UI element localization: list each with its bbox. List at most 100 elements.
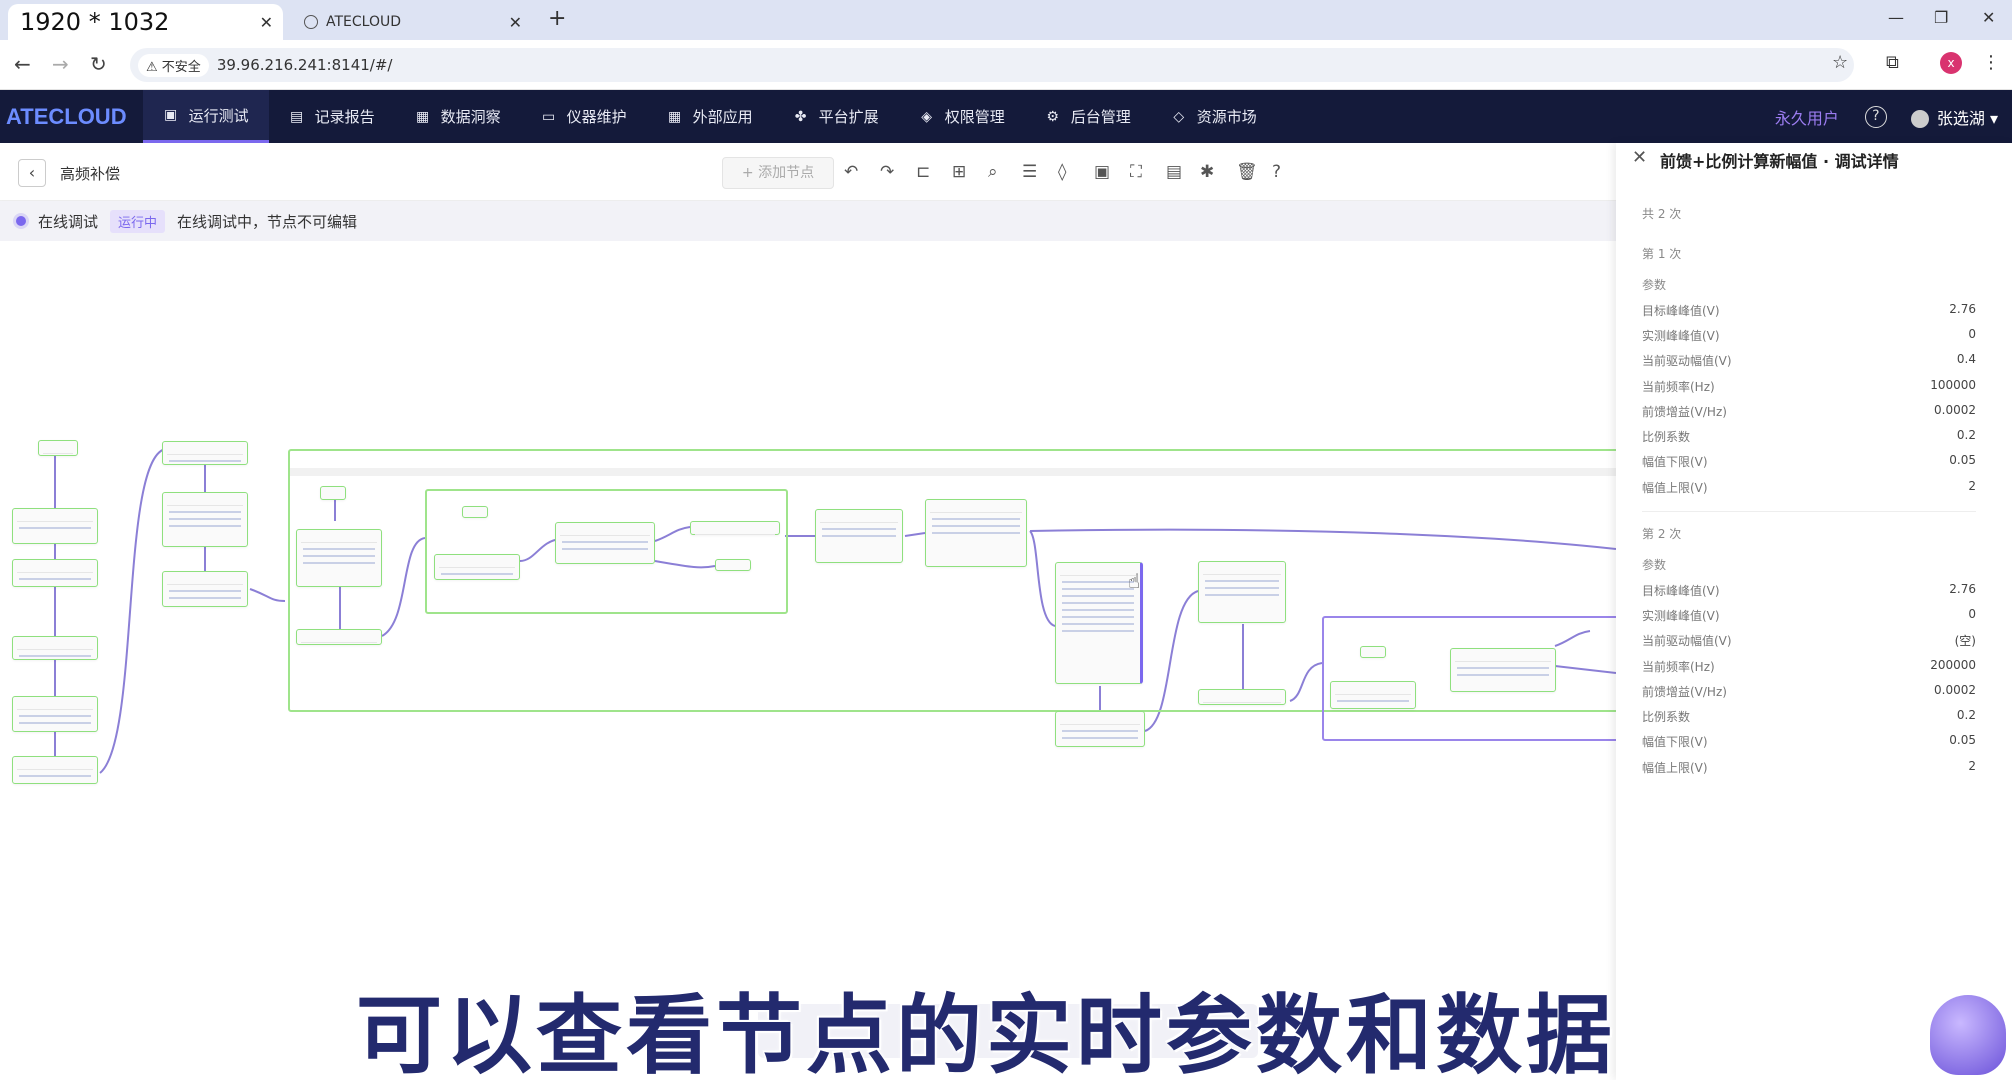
back-arrow-icon[interactable]: ← xyxy=(14,52,31,76)
group-header-strip xyxy=(290,468,1616,476)
status-dot-icon xyxy=(16,216,26,226)
param-row: 幅值上限(V) 2 xyxy=(1642,479,1976,495)
node[interactable] xyxy=(12,636,98,660)
nav-item-records[interactable]: ▤ 记录报告 xyxy=(269,90,395,143)
redo-icon[interactable]: ↷ xyxy=(880,162,894,182)
node[interactable] xyxy=(690,521,780,535)
forward-arrow-icon[interactable]: → xyxy=(52,52,69,76)
node-start[interactable] xyxy=(462,506,488,518)
user-menu[interactable]: 张选湖 ▾ xyxy=(1910,105,1998,129)
branch-icon[interactable]: ⊏ xyxy=(916,162,930,182)
user-icon xyxy=(1910,110,1929,128)
close-icon[interactable]: ✕ xyxy=(509,13,522,32)
node[interactable] xyxy=(162,441,248,465)
tab-title: 1920 * 1032 xyxy=(20,8,170,36)
node[interactable] xyxy=(1330,681,1416,709)
nav-item-external-apps[interactable]: ▦ 外部应用 xyxy=(647,90,773,143)
close-icon[interactable]: ✕ xyxy=(260,13,273,32)
nav-item-platform[interactable]: ✤ 平台扩展 xyxy=(773,90,899,143)
node[interactable] xyxy=(1198,561,1286,623)
back-button[interactable]: ‹ xyxy=(18,159,46,187)
minimize-icon[interactable]: — xyxy=(1888,8,1904,27)
node-start[interactable] xyxy=(1360,646,1386,658)
fullscreen-icon[interactable]: ⛶ xyxy=(1130,162,1142,182)
profile-avatar[interactable]: x xyxy=(1940,52,1962,74)
search-icon[interactable]: ⌕ xyxy=(988,162,998,182)
node-start[interactable] xyxy=(38,440,78,456)
undo-icon[interactable]: ↶ xyxy=(844,162,858,182)
menu-dots-icon[interactable]: ⋮ xyxy=(1982,52,2000,73)
url-input[interactable]: ⚠ 不安全 39.96.216.241:8141/#/ xyxy=(130,48,1854,82)
restore-icon[interactable]: ❐ xyxy=(1934,8,1948,27)
app-nav-bar: ATECLOUD ▣ 运行测试 ▤ 记录报告 ▦ 数据洞察 ▭ 仪器维护 ▦ 外部应用 ✤… xyxy=(0,90,2012,143)
layout-icon[interactable]: ⊞ xyxy=(952,162,966,182)
run-label: 第 1 次 xyxy=(1642,247,1682,261)
nav-item-backend[interactable]: ⚙ 后台管理 xyxy=(1025,90,1151,143)
param-row: 实测峰峰值(V) 0 xyxy=(1642,607,1976,623)
add-node-button[interactable]: + 添加节点 xyxy=(722,157,834,189)
node-start[interactable] xyxy=(320,486,346,500)
node[interactable] xyxy=(296,529,382,587)
node[interactable] xyxy=(296,629,382,645)
run-count: 共 2 次 xyxy=(1642,207,1682,221)
sliders-icon[interactable]: ☰ xyxy=(1022,162,1037,182)
browser-tab-active[interactable]: 1920 * 1032 ✕ xyxy=(8,4,283,40)
section-label: 参数 xyxy=(1642,278,1667,292)
node[interactable] xyxy=(162,492,248,547)
nav-item-run-test[interactable]: ▣ 运行测试 xyxy=(142,90,269,143)
param-row: 幅值下限(V) 0.05 xyxy=(1642,733,1976,749)
shield-icon: ◈ xyxy=(921,108,933,125)
security-warning[interactable]: ⚠ 不安全 xyxy=(138,53,209,77)
node[interactable] xyxy=(1198,689,1286,705)
node[interactable] xyxy=(555,522,655,564)
warning-icon: ⚠ xyxy=(146,59,162,75)
clipboard-icon: ▤ xyxy=(289,108,304,125)
param-row: 当前频率(Hz) 100000 xyxy=(1642,378,1976,394)
delete-icon[interactable]: 🗑 xyxy=(1236,162,1258,182)
debug-mode-label: 在线调试 xyxy=(38,212,99,231)
caret-down-icon: ▾ xyxy=(1984,108,1998,128)
help-icon[interactable]: ? xyxy=(1272,162,1281,182)
param-row: 当前驱动幅值(V) (空) xyxy=(1642,634,1976,648)
node[interactable] xyxy=(12,696,98,732)
new-tab-icon[interactable]: + xyxy=(548,6,566,31)
panel-title: 前馈+比例计算新幅值 · 调试详情 xyxy=(1660,152,1899,171)
assistant-mascot-icon[interactable] xyxy=(1930,995,2006,1075)
globe-icon xyxy=(304,15,318,29)
node[interactable] xyxy=(434,554,520,580)
cubes-icon: ✤ xyxy=(794,108,807,125)
nav-item-insights[interactable]: ▦ 数据洞察 xyxy=(395,90,521,143)
nav-item-permissions[interactable]: ◈ 权限管理 xyxy=(899,90,1025,143)
bug-icon[interactable]: ✱ xyxy=(1200,162,1214,182)
browser-tab-atecloud[interactable]: ATECLOUD ✕ xyxy=(296,4,532,40)
node[interactable] xyxy=(12,559,98,587)
node[interactable] xyxy=(1450,648,1556,692)
window-close-icon[interactable]: ✕ xyxy=(1982,8,1995,27)
node[interactable] xyxy=(12,756,98,784)
param-row: 比例系数 0.2 xyxy=(1642,428,1976,444)
nav-item-market[interactable]: ◇ 资源市场 xyxy=(1151,90,1277,143)
node[interactable] xyxy=(715,559,751,571)
node[interactable] xyxy=(162,571,248,607)
extensions-icon[interactable]: ⧉ xyxy=(1886,52,1899,73)
param-row: 比例系数 0.2 xyxy=(1642,708,1976,724)
url-text: 39.96.216.241:8141/#/ xyxy=(216,56,393,74)
tag-icon[interactable]: ◊ xyxy=(1058,162,1066,182)
node[interactable] xyxy=(12,508,98,544)
close-icon[interactable]: ✕ xyxy=(1632,147,1647,168)
help-icon[interactable]: ? xyxy=(1864,105,1887,128)
edit-box-icon[interactable]: ▣ xyxy=(1094,162,1110,182)
gears-icon: ⚙ xyxy=(1046,108,1059,125)
star-icon[interactable]: ☆ xyxy=(1832,52,1848,73)
tag-icon: ◇ xyxy=(1173,108,1185,125)
node[interactable] xyxy=(925,499,1027,567)
status-message: 在线调试中，节点不可编辑 xyxy=(177,212,358,231)
flow-canvas[interactable]: ☝ xyxy=(0,241,1623,1080)
node[interactable] xyxy=(815,509,903,563)
reload-icon[interactable]: ↻ xyxy=(90,52,107,76)
clipboard-icon[interactable]: ▤ xyxy=(1166,162,1182,182)
node[interactable] xyxy=(1055,711,1145,747)
nav-item-instruments[interactable]: ▭ 仪器维护 xyxy=(521,90,647,143)
divider xyxy=(1642,511,1976,512)
param-row: 目标峰峰值(V) 2.76 xyxy=(1642,582,1976,598)
